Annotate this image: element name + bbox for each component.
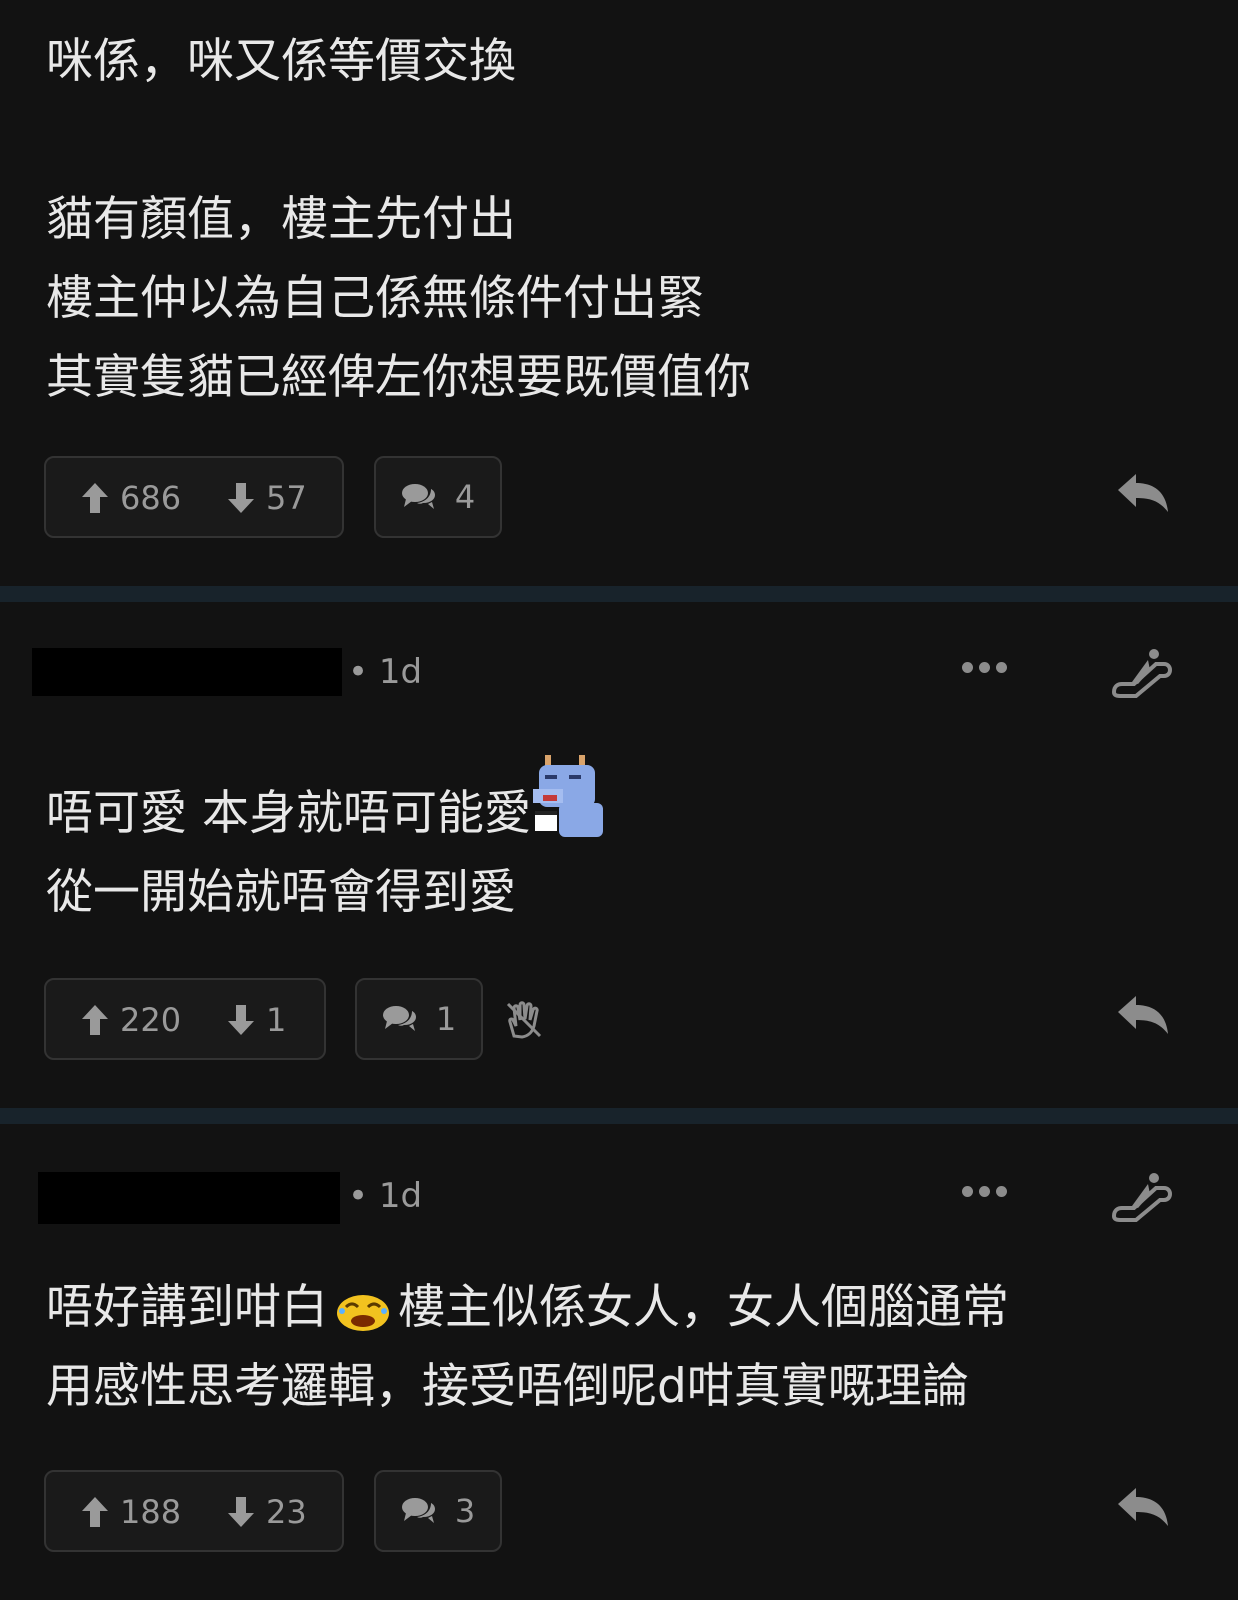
- post2-line1-wrap: 唔可愛 本身就唔可能愛: [46, 754, 607, 853]
- vote-box: 220 1: [44, 978, 326, 1060]
- upvote-count: 188: [120, 1493, 182, 1531]
- comment-bubbles-icon: [401, 1498, 435, 1523]
- post3-header: • 1d: [32, 1172, 1238, 1224]
- downvote-button[interactable]: 1: [226, 1000, 286, 1040]
- post-separator: [0, 586, 1238, 602]
- upvote-button[interactable]: 220: [80, 1000, 181, 1040]
- post-age: • 1d: [348, 652, 423, 692]
- post1-line: 其實隻貓已經俾左你想要既價值你: [46, 350, 751, 405]
- downvote-button[interactable]: 57: [226, 478, 307, 518]
- more-dots-icon[interactable]: [962, 1182, 1018, 1206]
- post3-body: 唔好講到咁白 樓主似係女人，女人個腦通常 用感性思考邏輯，接受唔倒呢d咁真實嘅理…: [46, 1268, 1009, 1426]
- more-dots-icon[interactable]: [962, 658, 1018, 682]
- comment-count: 4: [454, 478, 476, 516]
- post-separator: [0, 1108, 1238, 1124]
- comments-button[interactable]: 4: [374, 456, 502, 538]
- comments-button[interactable]: 1: [355, 978, 483, 1060]
- upvote-count: 686: [120, 479, 182, 517]
- post1-line: 貓有顏值，樓主先付出: [46, 192, 516, 247]
- escalator-icon[interactable]: [1112, 1172, 1172, 1222]
- vote-box: 686 57: [44, 456, 344, 538]
- arrow-down-icon: [228, 1497, 254, 1527]
- arrow-up-icon: [82, 1005, 108, 1035]
- upvote-button[interactable]: 188: [80, 1492, 181, 1532]
- comments-button[interactable]: 3: [374, 1470, 502, 1552]
- post3-actions: 188 23 3: [44, 1470, 1224, 1556]
- arrow-up-icon: [82, 1497, 108, 1527]
- post3-line1a: 唔好講到咁白: [46, 1280, 328, 1335]
- post2-header: • 1d: [32, 648, 1238, 698]
- downvote-button[interactable]: 23: [226, 1492, 307, 1532]
- redacted-username: [32, 648, 342, 696]
- arrow-down-icon: [228, 1005, 254, 1035]
- downvote-count: 57: [266, 479, 307, 517]
- comment-count: 1: [435, 1000, 457, 1038]
- escalator-icon[interactable]: [1112, 648, 1172, 698]
- upvote-count: 220: [120, 1001, 182, 1039]
- redacted-username: [38, 1172, 340, 1224]
- comment-count: 3: [454, 1492, 476, 1530]
- vote-box: 188 23: [44, 1470, 344, 1552]
- post3-line2: 用感性思考邏輯，接受唔倒呢d咁真實嘅理論: [46, 1359, 969, 1414]
- post2-actions: 220 1 1: [44, 978, 1224, 1064]
- post1-body: 咪係，咪又係等價交換 貓有顏值，樓主先付出 樓主仲以為自己係無條件付出緊 其實隻…: [46, 22, 751, 417]
- post1-line: 咪係，咪又係等價交換: [46, 34, 516, 89]
- emoji-laugh-icon: [337, 1294, 389, 1331]
- post1-actions: 686 57 4: [44, 456, 1224, 542]
- post2-line2: 從一開始就唔會得到愛: [46, 865, 516, 920]
- post1-line: 樓主仲以為自己係無條件付出緊: [46, 271, 704, 326]
- downvote-count: 23: [266, 1493, 307, 1531]
- hand-icon[interactable]: [504, 1000, 544, 1040]
- post2-body: 唔可愛 本身就唔可能愛 從一開始就唔會得到愛: [46, 754, 607, 932]
- arrow-down-icon: [228, 483, 254, 513]
- dragon-sticker-icon: [532, 754, 603, 837]
- comment-bubbles-icon: [401, 484, 435, 509]
- upvote-button[interactable]: 686: [80, 478, 181, 518]
- reply-icon[interactable]: [1114, 1484, 1174, 1534]
- reply-icon[interactable]: [1114, 992, 1174, 1042]
- comment-bubbles-icon: [382, 1006, 416, 1031]
- arrow-up-icon: [82, 483, 108, 513]
- post3-line1b: 樓主似係女人，女人個腦通常: [398, 1280, 1009, 1335]
- reply-icon[interactable]: [1114, 470, 1174, 520]
- post3-line1-wrap: 唔好講到咁白 樓主似係女人，女人個腦通常: [46, 1268, 1009, 1347]
- post1-line: [46, 101, 751, 180]
- post-age: • 1d: [348, 1176, 423, 1216]
- post2-line1: 唔可愛 本身就唔可能愛: [46, 786, 531, 841]
- downvote-count: 1: [266, 1001, 287, 1039]
